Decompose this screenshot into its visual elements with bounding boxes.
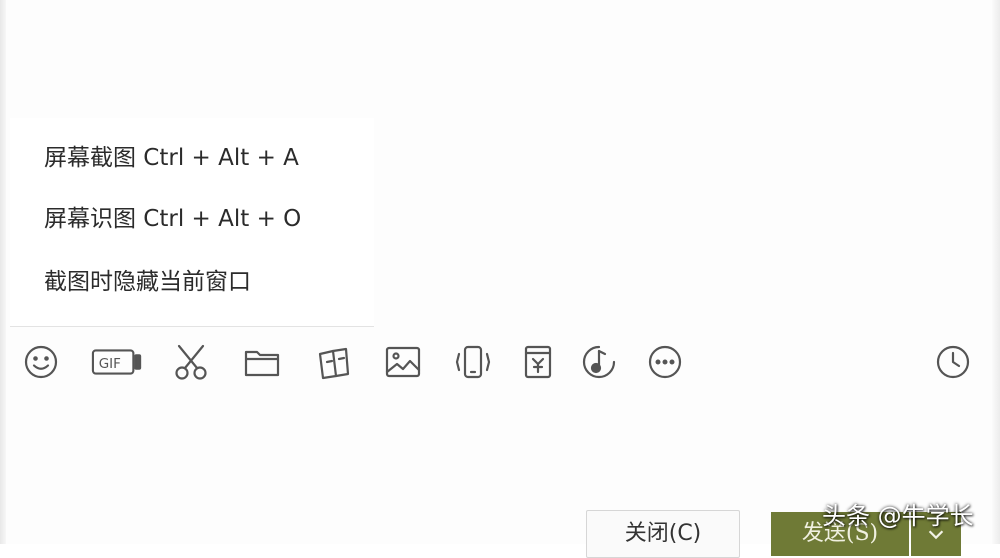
chat-input-window: 屏幕截图 Ctrl + Alt + A 屏幕识图 Ctrl + Alt + O … bbox=[0, 0, 1000, 558]
window-left-border bbox=[0, 0, 6, 544]
menu-item-screen-recognize[interactable]: 屏幕识图 Ctrl + Alt + O bbox=[44, 199, 301, 239]
gif-icon[interactable]: GIF bbox=[90, 340, 144, 384]
close-button[interactable]: 关闭(C) bbox=[586, 510, 740, 558]
sticker-icon[interactable] bbox=[311, 340, 355, 384]
music-icon[interactable] bbox=[577, 340, 621, 384]
image-icon[interactable] bbox=[381, 340, 425, 384]
menu-item-hide-window-on-capture[interactable]: 截图时隐藏当前窗口 bbox=[44, 262, 251, 302]
window-right-border bbox=[992, 0, 1000, 544]
screenshot-options-menu: 屏幕截图 Ctrl + Alt + A 屏幕识图 Ctrl + Alt + O … bbox=[10, 118, 374, 327]
history-clock-icon[interactable] bbox=[931, 340, 975, 384]
svg-text:GIF: GIF bbox=[99, 356, 121, 372]
emoji-icon[interactable] bbox=[19, 340, 63, 384]
watermark-text: 头条 @牛学长 bbox=[822, 502, 974, 530]
red-packet-icon[interactable] bbox=[516, 340, 560, 384]
input-toolbar: GIF bbox=[0, 336, 1000, 388]
folder-icon[interactable] bbox=[240, 340, 284, 384]
menu-item-screen-capture[interactable]: 屏幕截图 Ctrl + Alt + A bbox=[44, 138, 299, 178]
shake-icon[interactable] bbox=[451, 340, 495, 384]
more-icon[interactable] bbox=[643, 340, 687, 384]
scissors-icon[interactable] bbox=[169, 340, 213, 384]
